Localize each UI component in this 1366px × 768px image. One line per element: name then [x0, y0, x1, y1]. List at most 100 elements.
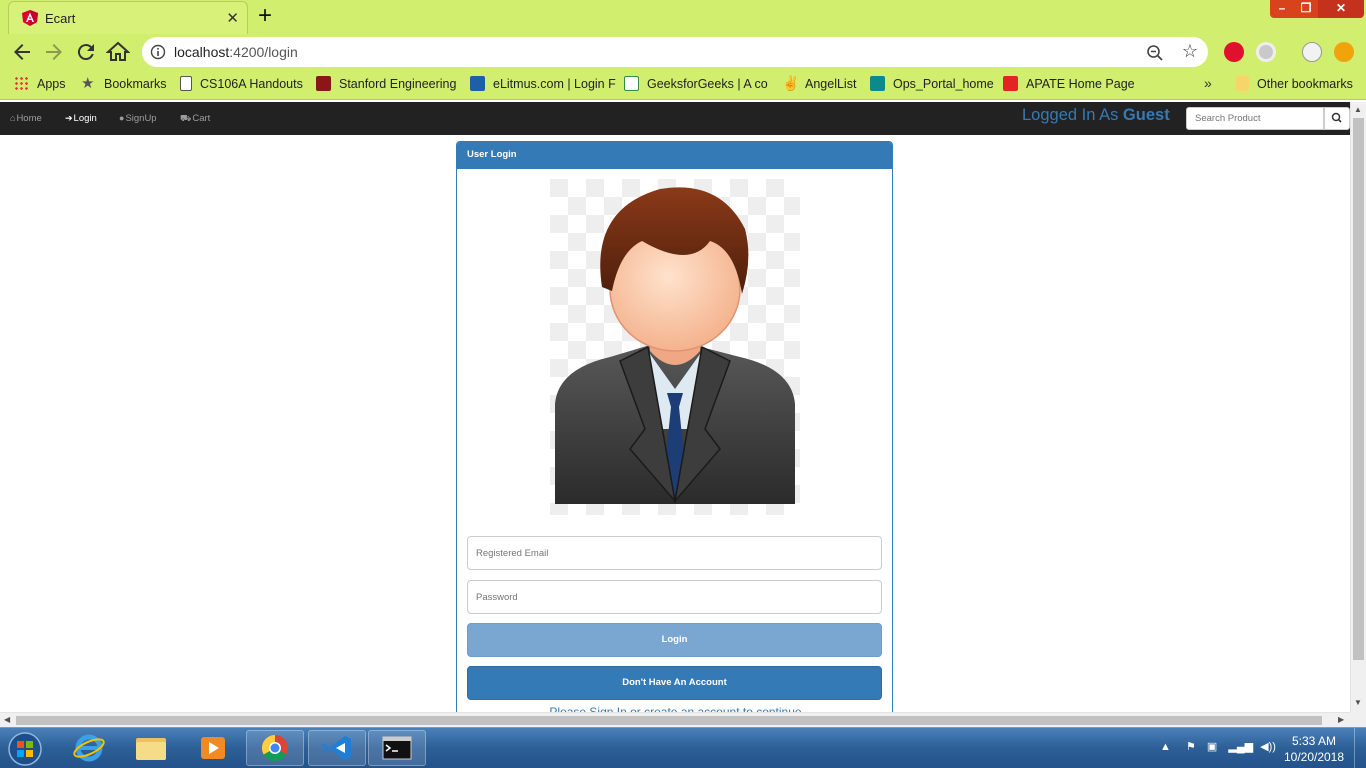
app-navbar: ⌂Home ➔Login ●SignUp ⛟Cart Logged In As …: [0, 102, 1350, 135]
search-icon: [1331, 112, 1342, 123]
url-host: localhost: [174, 44, 230, 60]
user-icon: ●: [119, 113, 125, 123]
volume-icon[interactable]: ◀)): [1260, 741, 1276, 753]
bookmark-label: Apps: [37, 76, 66, 91]
user-avatar-image: [550, 179, 800, 515]
internet-explorer-icon: [73, 734, 105, 762]
show-desktop-button[interactable]: [1354, 728, 1366, 768]
taskbar-command-prompt[interactable]: [368, 730, 426, 766]
horizontal-scrollbar[interactable]: ◀ ▶: [0, 712, 1350, 727]
opera-extension-icon[interactable]: [1224, 42, 1244, 62]
taskbar-visual-studio-code[interactable]: [308, 730, 366, 766]
vertical-scroll-thumb[interactable]: [1353, 118, 1364, 660]
password-field[interactable]: [467, 580, 882, 614]
taskbar-file-explorer[interactable]: [122, 730, 180, 766]
bookmark-angellist[interactable]: ✌ AngelList: [782, 76, 856, 91]
bookmark-label: Bookmarks: [104, 76, 167, 91]
windows-start-icon[interactable]: [3, 730, 47, 767]
nav-cart[interactable]: ⛟Cart: [180, 113, 210, 125]
horizontal-scroll-thumb[interactable]: [16, 716, 1322, 725]
search-button[interactable]: [1324, 107, 1350, 130]
site-info-icon[interactable]: [150, 44, 166, 60]
home-icon: ⌂: [10, 113, 16, 123]
bookmark-label: CS106A Handouts: [200, 76, 303, 91]
search-product-input[interactable]: [1186, 107, 1324, 130]
browser-tab-ecart[interactable]: Ecart ✕: [8, 1, 248, 34]
bookmark-label: Ops_Portal_home: [893, 76, 994, 91]
system-tray: ▲ ⚑ ▣ ▂▄▆ ◀)): [1160, 740, 1276, 753]
other-bookmarks-folder[interactable]: Other bookmarks: [1236, 76, 1353, 91]
no-account-button[interactable]: Don't Have An Account: [467, 666, 882, 700]
angellist-icon: ✌: [782, 75, 800, 91]
bookmark-label: AngelList: [805, 76, 857, 91]
bookmarks-overflow-button[interactable]: »: [1204, 75, 1212, 91]
back-arrow-icon[interactable]: [10, 40, 34, 64]
star-icon: ★: [81, 75, 95, 92]
url-text: localhost:4200/login: [174, 44, 298, 60]
nav-login[interactable]: ➔Login: [65, 113, 97, 124]
show-hidden-icons-icon[interactable]: ▲: [1160, 741, 1171, 753]
login-button[interactable]: Login: [467, 623, 882, 657]
scroll-down-arrow-icon[interactable]: ▼: [1354, 698, 1362, 707]
bookmark-ops-portal[interactable]: Ops_Portal_home: [870, 76, 994, 91]
action-center-flag-icon[interactable]: ⚑: [1186, 741, 1196, 753]
chrome-update-icon[interactable]: [1334, 42, 1354, 62]
vertical-scrollbar[interactable]: ▲ ▼: [1350, 102, 1366, 712]
email-field[interactable]: [467, 536, 882, 570]
football-extension-icon[interactable]: [1302, 42, 1322, 62]
window-close-button[interactable]: ✕: [1318, 0, 1364, 18]
nav-signup-label: SignUp: [125, 113, 157, 124]
elitmus-icon: [470, 76, 485, 91]
page-icon: [180, 76, 192, 91]
apps-grid-icon: [14, 76, 29, 91]
bookmark-stanford[interactable]: Stanford Engineering: [316, 76, 456, 91]
network-signal-icon[interactable]: ▂▄▆: [1228, 741, 1253, 753]
bookmark-bookmarks[interactable]: ★ Bookmarks: [81, 76, 167, 91]
nav-signup[interactable]: ●SignUp: [119, 113, 157, 124]
terminal-icon: [382, 736, 412, 760]
scroll-up-arrow-icon[interactable]: ▲: [1354, 105, 1362, 114]
bookmark-label: Stanford Engineering: [339, 76, 457, 91]
device-icon[interactable]: ▣: [1207, 741, 1217, 753]
login-panel: User Login Registered Email Login Don't …: [456, 141, 893, 713]
bookmark-geeksforgeeks[interactable]: GeeksforGeeks | A co: [624, 76, 768, 91]
folder-icon: [1236, 76, 1249, 91]
bookmark-cs106a[interactable]: CS106A Handouts: [180, 76, 303, 91]
new-tab-button[interactable]: +: [258, 3, 272, 29]
tab-close-icon[interactable]: ✕: [226, 9, 239, 27]
tab-title: Ecart: [45, 11, 76, 26]
browser-tab-strip: Ecart ✕ + – ❐ ✕: [0, 0, 1366, 34]
bookmark-label: GeeksforGeeks | A co: [647, 76, 768, 91]
bookmark-apate[interactable]: APATE Home Page: [1003, 76, 1135, 91]
forward-arrow-icon[interactable]: [42, 40, 66, 64]
panel-heading: User Login: [457, 142, 892, 169]
bookmark-star-icon[interactable]: ☆: [1182, 41, 1198, 62]
apate-icon: [1003, 76, 1018, 91]
bookmark-apps[interactable]: Apps: [14, 76, 66, 91]
logged-in-user: Guest: [1122, 106, 1170, 124]
angular-icon: [22, 10, 38, 26]
logged-in-prefix: Logged In As: [1022, 106, 1123, 124]
taskbar-media-player[interactable]: [184, 730, 242, 766]
window-minimize-button[interactable]: –: [1270, 0, 1294, 18]
clock-date: 10/20/2018: [1283, 750, 1345, 764]
extension-circle-icon[interactable]: [1256, 42, 1276, 62]
zoom-icon[interactable]: [1146, 44, 1164, 62]
stanford-icon: [316, 76, 331, 91]
windows-taskbar: ▲ ⚑ ▣ ▂▄▆ ◀)) 5:33 AM 10/20/2018: [0, 727, 1366, 768]
address-bar[interactable]: localhost:4200/login ☆: [142, 37, 1208, 67]
taskbar-clock[interactable]: 5:33 AM 10/20/2018: [1280, 733, 1348, 765]
home-icon[interactable]: [106, 40, 130, 64]
bookmark-label: APATE Home Page: [1026, 76, 1135, 91]
scroll-left-arrow-icon[interactable]: ◀: [4, 715, 10, 724]
taskbar-chrome[interactable]: [246, 730, 304, 766]
scroll-right-arrow-icon[interactable]: ▶: [1338, 715, 1344, 724]
window-restore-button[interactable]: ❐: [1294, 0, 1318, 18]
nav-home[interactable]: ⌂Home: [10, 113, 42, 124]
bookmark-elitmus[interactable]: eLitmus.com | Login F: [470, 76, 616, 91]
taskbar-internet-explorer[interactable]: [60, 730, 118, 766]
gfg-icon: [624, 76, 639, 91]
vscode-icon: [322, 736, 351, 760]
reload-icon[interactable]: [74, 40, 98, 64]
cart-icon: ⛟: [180, 113, 192, 123]
